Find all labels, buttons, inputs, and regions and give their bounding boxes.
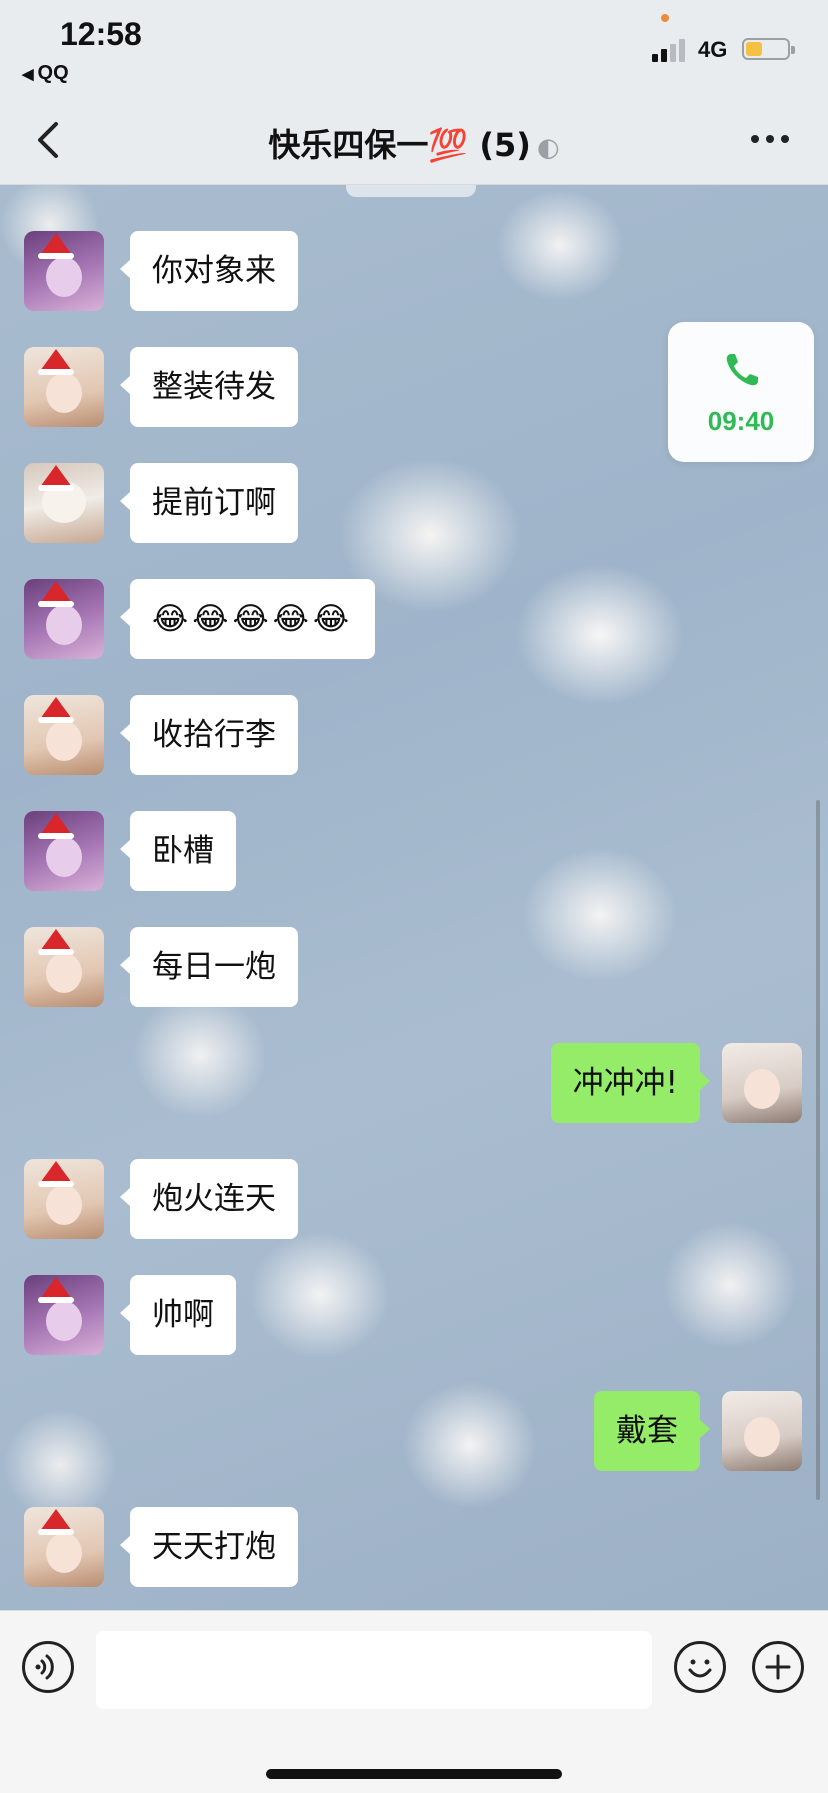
message-bubble[interactable]: 天天打炮 <box>120 1507 298 1587</box>
message-row-self: 戴套 <box>0 1391 828 1473</box>
message-input-bar <box>0 1610 828 1793</box>
message-row: 你对象来 <box>0 231 828 313</box>
message-row: 每日一炮 <box>0 927 828 1009</box>
sender-avatar[interactable] <box>24 231 104 311</box>
message-row-self: 冲冲冲! <box>0 1043 828 1125</box>
plus-icon[interactable] <box>752 1641 804 1693</box>
message-bubble-self[interactable]: 冲冲冲! <box>550 1043 711 1123</box>
network-type: 4G <box>698 37 728 62</box>
message-bubble[interactable]: 😂😂😂😂😂 <box>119 579 376 659</box>
battery-icon <box>742 38 795 60</box>
back-triangle-icon: ◀ <box>22 66 34 83</box>
call-duration: 09:40 <box>707 406 775 436</box>
sender-avatar[interactable] <box>24 695 104 775</box>
emoji-icon[interactable] <box>674 1641 726 1693</box>
sender-avatar[interactable] <box>24 463 104 543</box>
sender-avatar[interactable] <box>24 347 104 427</box>
ear-icon: ◐ <box>536 133 560 163</box>
status-bar: 12:58 ◀ QQ 4G <box>0 0 828 96</box>
back-to-app[interactable]: ◀ QQ <box>22 62 69 85</box>
message-bubble-self[interactable]: 戴套 <box>594 1391 710 1471</box>
message-row: 卧槽 <box>0 811 828 893</box>
back-app-label: QQ <box>37 62 69 84</box>
status-time: 12:58 <box>60 16 142 52</box>
chat-title: 快乐四保一💯 (5) ◐ <box>0 120 828 166</box>
more-options-icon[interactable] <box>748 124 792 154</box>
message-bubble[interactable]: 帅啊 <box>120 1275 236 1355</box>
sender-avatar[interactable] <box>24 1507 104 1587</box>
message-row: 😂😂😂😂😂 <box>0 579 828 661</box>
message-bubble[interactable]: 炮火连天 <box>120 1159 298 1239</box>
sender-avatar[interactable] <box>24 1275 104 1355</box>
sender-avatar[interactable] <box>24 579 104 659</box>
time-divider-partial <box>346 185 476 197</box>
message-row: 天天打炮 <box>0 1507 828 1589</box>
home-indicator[interactable] <box>266 1769 562 1779</box>
ongoing-call-widget[interactable]: 09:40 <box>668 322 814 462</box>
phone-icon <box>726 354 758 386</box>
group-name: 快乐四保一💯 (5) <box>268 126 531 164</box>
message-bubble[interactable]: 提前订啊 <box>120 463 298 543</box>
signal-icon <box>652 38 690 62</box>
privacy-dot <box>661 14 669 22</box>
self-avatar[interactable] <box>722 1043 802 1123</box>
chat-message-list[interactable]: 你对象来 整装待发 提前订啊 😂😂😂😂😂 收拾行李 卧槽 每日一炮 冲冲冲! 炮… <box>0 185 828 1610</box>
message-row: 帅啊 <box>0 1275 828 1357</box>
sender-avatar[interactable] <box>24 1159 104 1239</box>
message-row: 提前订啊 <box>0 463 828 545</box>
message-bubble[interactable]: 收拾行李 <box>120 695 298 775</box>
sender-avatar[interactable] <box>24 927 104 1007</box>
battery-level <box>746 42 762 56</box>
scroll-indicator[interactable] <box>816 800 820 1500</box>
voice-icon[interactable] <box>22 1641 74 1693</box>
message-text-input[interactable] <box>96 1631 652 1709</box>
message-row: 收拾行李 <box>0 695 828 777</box>
message-bubble[interactable]: 每日一炮 <box>120 927 298 1007</box>
chat-header: 快乐四保一💯 (5) ◐ <box>0 96 828 185</box>
message-row: 炮火连天 <box>0 1159 828 1241</box>
sender-avatar[interactable] <box>24 811 104 891</box>
message-bubble[interactable]: 整装待发 <box>120 347 298 427</box>
message-bubble[interactable]: 卧槽 <box>120 811 236 891</box>
self-avatar[interactable] <box>722 1391 802 1471</box>
message-bubble[interactable]: 你对象来 <box>120 231 298 311</box>
